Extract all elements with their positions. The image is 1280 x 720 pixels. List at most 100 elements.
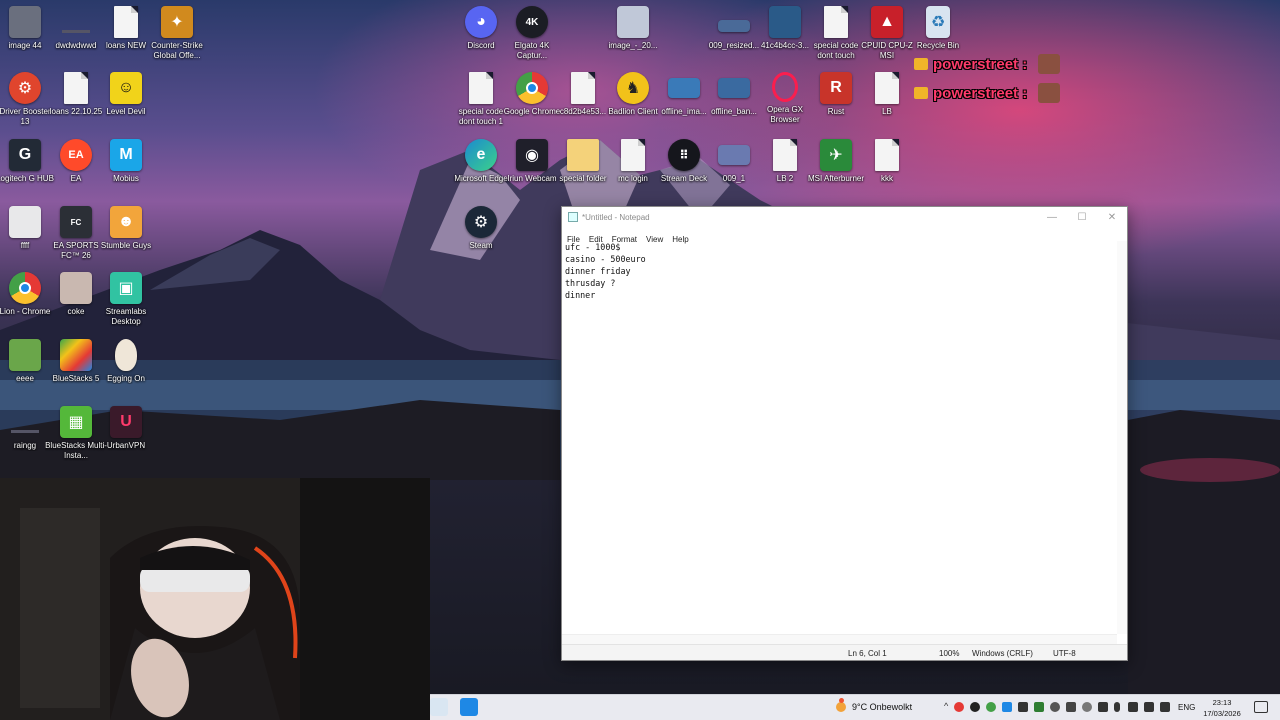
ea-icon: EA [60,139,92,171]
encoding: UTF-8 [1053,649,1076,658]
desktop-icon-streamlabs[interactable]: ▣ Streamlabs Desktop [95,272,157,332]
zoom-level: 100% [939,649,960,658]
taskbar-app-notepad[interactable] [460,698,478,716]
microphone-icon[interactable] [1114,702,1120,712]
tray-obs-icon[interactable] [970,702,980,712]
text-document-icon [114,6,138,38]
desktop-icon-label: Mobius [113,174,139,183]
tray-steam-icon[interactable] [1018,702,1028,712]
overlay-chat-line: powerstreet : [914,82,1061,104]
tray-app-icon[interactable] [1002,702,1012,712]
close-button[interactable]: ✕ [1097,207,1127,227]
desktop-icon-egging-on[interactable]: Egging On [95,339,157,399]
image-thumbnail-icon [60,272,92,304]
discord-icon: ◕ [465,6,497,38]
text-line: dinner [565,290,596,300]
taskbar: 9°C Onbewolkt ^ ENG 23:13 17/03/2026 [430,694,1280,720]
image-thumbnail-icon [718,145,750,165]
network-icon[interactable] [1144,702,1154,712]
tray-app-icon[interactable] [1082,702,1092,712]
stream-deck-icon: ⠿ [668,139,700,171]
ea-fc-icon: FC [60,206,92,238]
clock-date: 17/03/2026 [1203,709,1241,718]
desktop-icon-label: LB [882,107,892,116]
notepad-window[interactable]: *Untitled - Notepad — ☐ ✕ File Edit Form… [561,206,1128,661]
maximize-button[interactable]: ☐ [1067,207,1097,227]
chrome-icon [516,72,548,104]
weather-text: 9°C Onbewolkt [852,702,913,712]
folder-icon [567,139,599,171]
webcam-feed [0,478,430,720]
minimize-icon: — [1047,211,1057,223]
recycle-bin-icon: ♻ [926,6,950,38]
text-line: thrusday ? [565,278,616,288]
desktop-icon-image-20[interactable]: image_-_20... [602,6,664,66]
desktop-icon-mobius[interactable]: M Mobius [95,139,157,199]
chrome-icon [9,272,41,304]
urbanvpn-icon: U [110,406,142,438]
desktop-icon-label: Recycle Bin [916,41,960,50]
desktop-icon-csgo[interactable]: ✦ Counter-Strike Global Offe... [146,6,208,66]
image-thumbnail-icon [9,339,41,371]
window-title: *Untitled - Notepad [582,212,650,222]
blank-file-icon [60,6,92,38]
tray-app-icon[interactable] [1098,702,1108,712]
desktop-icon-urbanvpn[interactable]: U UrbanVPN [95,406,157,466]
tray-record-icon[interactable] [954,702,964,712]
volume-icon[interactable] [1160,702,1170,712]
vertical-scrollbar[interactable] [1117,241,1127,634]
tray-app-icon[interactable] [986,702,996,712]
weather-widget[interactable]: 9°C Onbewolkt [836,698,913,712]
bluestacks-multi-icon: ▦ [60,406,92,438]
edge-icon: e [465,139,497,171]
desktop-icon-label: Steam [469,241,493,250]
text-document-icon [64,72,88,104]
desktop-icon-label: Streamlabs Desktop [105,307,147,326]
rust-icon: R [820,72,852,104]
streamlabs-icon: ▣ [110,272,142,304]
taskbar-app-explorer[interactable] [430,698,448,716]
steam-icon: ⚙ [465,206,497,238]
image-thumbnail-icon [718,20,750,32]
desktop-icon-elgato[interactable]: 4K Elgato 4K Captur... [501,6,563,66]
webcam-overlay [0,478,430,720]
clock[interactable]: 23:13 17/03/2026 [1200,697,1244,719]
stumble-guys-icon: ☻ [110,206,142,238]
cursor-position: Ln 6, Col 1 [848,649,887,658]
desktop-icon-label: UrbanVPN [106,441,146,450]
desktop-icon-label: Stumble Guys [100,241,152,250]
desktop-icon-stumble-guys[interactable]: ☻ Stumble Guys [95,206,157,266]
text-document-icon [469,72,493,104]
opera-gx-icon [772,72,798,102]
clock-time: 23:13 [1212,698,1232,707]
elgato-4k-icon: 4K [516,6,548,38]
tray-overflow-chevron-icon[interactable]: ^ [944,701,954,711]
image-thumbnail-icon [9,206,41,238]
overlay-chat-line: powerstreet : [914,53,1061,75]
minimize-button[interactable]: — [1037,207,1067,227]
text-editor[interactable]: ufc - 1000$ casino - 500euro dinner frid… [564,241,1115,634]
desktop-icon-label: Counter-Strike Global Offe... [151,41,203,60]
desktop-icon-level-devil[interactable]: ☺ Level Devil [95,72,157,132]
desktop-icon-kkk[interactable]: kkk [856,139,918,199]
tray-app-icon[interactable] [1050,702,1060,712]
text-document-icon [875,139,899,171]
crown-icon [914,87,928,99]
tray-app-icon[interactable] [1128,702,1138,712]
title-bar[interactable]: *Untitled - Notepad — ☐ ✕ [562,207,1127,227]
level-devil-icon: ☺ [110,72,142,104]
line-ending: Windows (CRLF) [972,649,1033,658]
image-thumbnail-icon [718,78,750,98]
horizontal-scrollbar[interactable] [562,634,1117,644]
weather-icon [836,698,846,712]
desktop-icon-lb[interactable]: LB [856,72,918,132]
language-indicator[interactable]: ENG [1178,703,1195,712]
desktop-icon-steam[interactable]: ⚙ Steam [450,206,512,266]
tray-nvidia-icon[interactable] [1034,702,1044,712]
desktop-icon-label: kkk [881,174,893,183]
iriun-webcam-icon: ◉ [516,139,548,171]
tray-app-icon[interactable] [1066,702,1076,712]
egg-icon [115,339,137,371]
notification-icon[interactable] [1254,701,1268,713]
crown-icon [914,58,928,70]
